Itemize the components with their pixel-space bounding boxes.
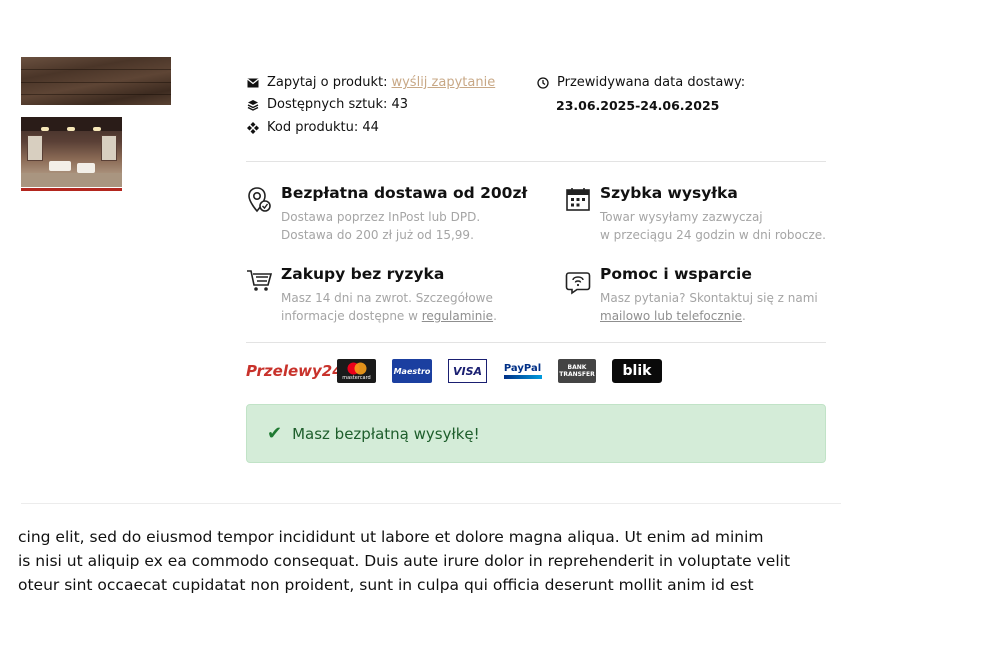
- feature-description: Dostawa poprzez InPost lub DPD. Dostawa …: [281, 210, 481, 242]
- delivery-date-value: 23.06.2025-24.06.2025: [556, 98, 720, 113]
- divider: [246, 161, 826, 162]
- feature-title: Zakupy bez ryzyka: [281, 265, 445, 283]
- maestro-logo: Maestro: [392, 359, 432, 383]
- checkmark-icon: ✔: [267, 423, 283, 444]
- feature-title: Szybka wysyłka: [600, 184, 738, 202]
- product-description: cing elit, sed do eiusmod tempor incidid…: [18, 525, 818, 597]
- ask-product-row: Zapytaj o produkt: wyślij zapytanie: [246, 75, 495, 90]
- product-code-row: Kod produktu: 44: [246, 120, 379, 135]
- active-thumbnail-indicator: [21, 188, 122, 191]
- layers-icon: [246, 98, 260, 112]
- paypal-logo: PayPal: [503, 359, 542, 383]
- description-line: cing elit, sed do eiusmod tempor incidid…: [18, 528, 764, 546]
- thumbnail-living-room[interactable]: [21, 117, 122, 187]
- feature-description: Towar wysyłamy zazwyczaj w przeciągu 24 …: [600, 210, 826, 242]
- feature-title: Pomoc i wsparcie: [600, 265, 752, 283]
- contact-link[interactable]: mailowo lub telefocznie: [600, 309, 742, 323]
- feature-description: Masz pytania? Skontaktuj się z nami mail…: [600, 291, 818, 323]
- delivery-date-label: Przewidywana data dostawy:: [557, 75, 746, 90]
- location-pin-icon: [246, 186, 274, 214]
- ask-product-label: Zapytaj o produkt:: [267, 75, 388, 90]
- description-line: is nisi ut aliquip ex ea commodo consequ…: [18, 552, 791, 570]
- support-chat-icon: [565, 267, 593, 295]
- free-shipping-message: Masz bezpłatną wysyłkę!: [292, 424, 480, 443]
- terms-link[interactable]: regulaminie: [422, 309, 493, 323]
- envelope-icon: [246, 76, 260, 90]
- mastercard-logo: mastercard: [337, 359, 376, 383]
- section-divider: [21, 503, 841, 504]
- send-inquiry-link[interactable]: wyślij zapytanie: [391, 75, 495, 90]
- diamond-grid-icon: [246, 121, 260, 135]
- stock-row: Dostępnych sztuk: 43: [246, 97, 408, 112]
- blik-logo: blik: [612, 359, 662, 383]
- bank-transfer-logo: BANK TRANSFER: [558, 359, 596, 383]
- przelewy24-logo: Przelewy24: [246, 362, 343, 380]
- clock-icon: [536, 76, 550, 90]
- visa-logo: VISA: [448, 359, 487, 383]
- product-code-label: Kod produktu: 44: [267, 120, 379, 135]
- cart-icon: [246, 267, 274, 295]
- calendar-icon: [565, 186, 593, 214]
- free-shipping-alert: ✔ Masz bezpłatną wysyłkę!: [246, 404, 826, 463]
- description-line: oteur sint occaecat cupidatat non proide…: [18, 576, 754, 594]
- delivery-date-row: Przewidywana data dostawy:: [536, 75, 745, 90]
- divider: [246, 342, 826, 343]
- stock-label: Dostępnych sztuk: 43: [267, 97, 409, 112]
- feature-description: Masz 14 dni na zwrot. Szczegółowe inform…: [281, 291, 497, 323]
- feature-title: Bezpłatna dostawa od 200zł: [281, 184, 528, 202]
- thumbnail-wood-floor[interactable]: [21, 57, 171, 105]
